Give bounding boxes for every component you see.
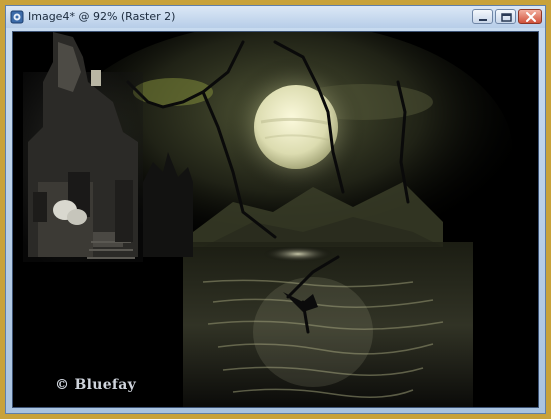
close-button[interactable] [518, 9, 542, 24]
image-canvas[interactable]: © Bluefay [12, 31, 539, 408]
close-icon [526, 12, 536, 22]
maximize-button[interactable] [495, 9, 516, 24]
window-title: Image4* @ 92% (Raster 2) [28, 10, 176, 23]
image-window[interactable]: Image4* @ 92% (Raster 2) © Bluefay [5, 5, 546, 414]
minimize-button[interactable] [472, 9, 493, 24]
watermark-text: © Bluefay [55, 377, 137, 393]
full-moon [254, 85, 338, 169]
gothic-moon-artwork [13, 32, 538, 407]
maximize-icon [501, 13, 512, 22]
image-document-icon [10, 10, 24, 24]
title-bar[interactable]: Image4* @ 92% (Raster 2) [6, 6, 545, 28]
minimize-icon [479, 19, 487, 21]
